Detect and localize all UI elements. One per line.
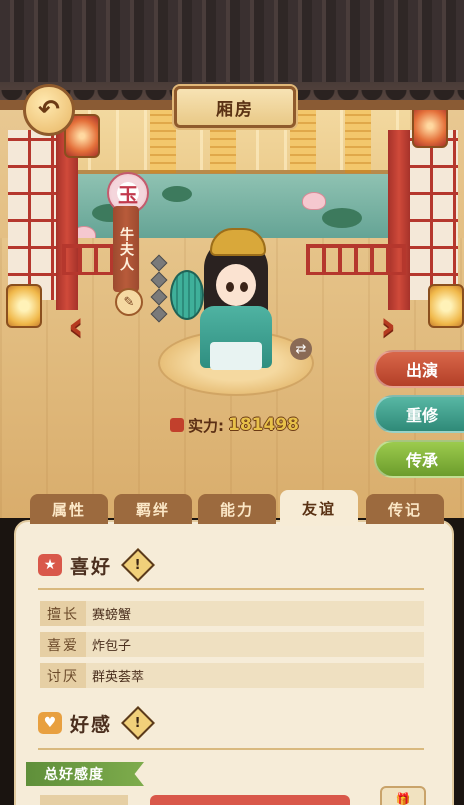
affection-value-bar [40, 795, 128, 805]
hanging-curtain [345, 108, 371, 173]
railing-right [306, 244, 406, 275]
list-item: 讨厌 群英荟萃 [40, 663, 424, 688]
list-item: 喜爱 炸包子 [40, 632, 424, 657]
affection-header: ♥ 好感 ! [38, 706, 155, 740]
retrain-button[interactable]: 重修 [374, 395, 464, 433]
lotus-pad [322, 208, 362, 228]
pillar-right [388, 130, 410, 310]
gift-button[interactable]: 🎁 [380, 786, 426, 805]
hanging-curtain [150, 108, 176, 173]
preferences-header: ★ 喜好 ! [38, 548, 155, 582]
affection-title: 好感 [70, 713, 113, 736]
brush-icon: ✎ [123, 294, 135, 310]
tab-attributes[interactable]: 属性 [30, 494, 108, 524]
list-item: 擅长 赛螃蟹 [40, 601, 424, 626]
page-title: 厢房 [174, 86, 296, 128]
heart-tag-icon: ♥ [38, 712, 62, 734]
character-face [216, 264, 256, 306]
tab-biography[interactable]: 传记 [366, 494, 444, 524]
back-arrow-icon: ↶ [38, 95, 60, 125]
perform-button[interactable]: 出演 [374, 350, 464, 388]
lantern-icon [412, 104, 448, 148]
lotus-flower [302, 192, 326, 210]
character-crown [210, 228, 266, 256]
row-label: 喜爱 [40, 632, 86, 657]
power-display: 实力: 181498 [170, 414, 299, 436]
character-eye [226, 282, 234, 292]
info-icon[interactable]: ! [121, 706, 155, 740]
divider [38, 588, 424, 590]
back-button[interactable]: ↶ [23, 84, 75, 136]
row-value: 赛螃蟹 [92, 608, 132, 623]
info-icon[interactable]: ! [121, 548, 155, 582]
row-value: 炸包子 [92, 639, 132, 654]
star-tag-icon: ★ [38, 554, 62, 576]
character-figure[interactable] [170, 222, 300, 372]
lotus-pad [162, 186, 192, 202]
row-label: 讨厌 [40, 663, 86, 688]
rename-button[interactable]: ✎ [115, 288, 143, 316]
tab-friendship[interactable]: 友谊 [280, 490, 358, 526]
tab-abilities[interactable]: 能力 [198, 494, 276, 524]
lattice-screen-left [8, 130, 56, 300]
gift-icon: 🎁 [395, 792, 411, 805]
swap-outfit-button[interactable]: ⇄ [290, 338, 312, 360]
divider [38, 748, 424, 750]
lantern-icon [428, 284, 464, 328]
chevron-right-icon: › [379, 303, 397, 349]
lattice-screen-right [410, 130, 458, 300]
row-label: 擅长 [40, 601, 86, 626]
character-name: 牛夫人 [113, 206, 139, 292]
thumbs-up-icon [170, 418, 184, 432]
lantern-icon [6, 284, 42, 328]
character-eye [240, 282, 248, 292]
total-affection-label: 总好感度 [26, 762, 144, 786]
next-character-button[interactable]: › [372, 302, 404, 350]
row-value: 群英荟萃 [92, 670, 145, 685]
game-screen: ↶ 厢房 玉 牛夫人 ✎ ‹ › ⇄ 实力: 181498 出演 重修 传承 属… [0, 0, 464, 805]
prev-character-button[interactable]: ‹ [60, 302, 92, 350]
fan-icon [170, 270, 204, 320]
chevron-left-icon: ‹ [67, 303, 85, 349]
tab-bar: 属性 羁绊 能力 友谊 传记 [30, 490, 450, 526]
swap-icon: ⇄ [295, 341, 307, 357]
affection-progress-bar [150, 795, 350, 805]
power-label: 实力: [188, 416, 224, 435]
character-skirt [210, 342, 262, 370]
tab-bonds[interactable]: 羁绊 [114, 494, 192, 524]
power-value: 181498 [228, 415, 299, 435]
inherit-button[interactable]: 传承 [374, 440, 464, 478]
preferences-title: 喜好 [70, 555, 113, 578]
